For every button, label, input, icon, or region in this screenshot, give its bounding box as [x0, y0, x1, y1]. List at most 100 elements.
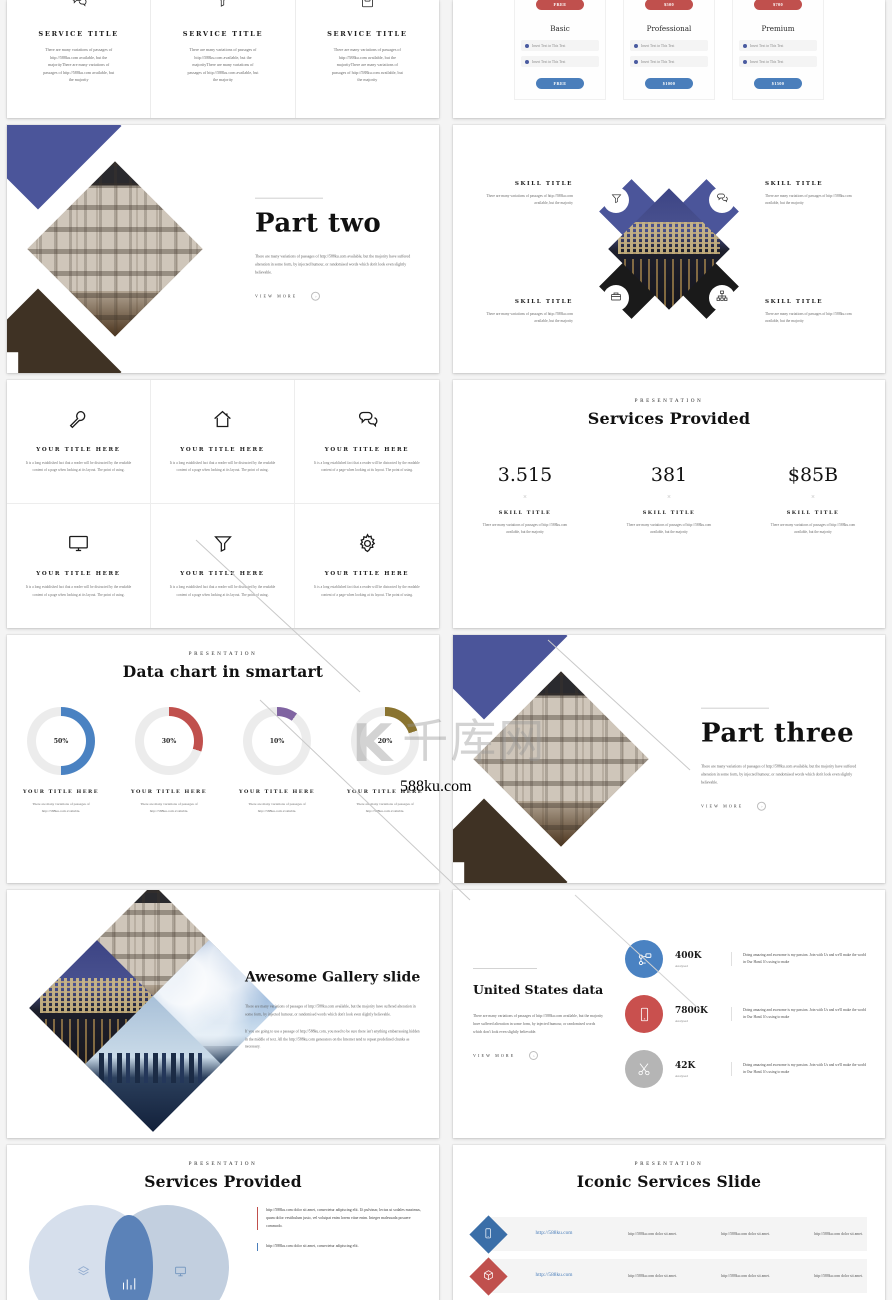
- body-text: There are many variations of passages of…: [701, 764, 857, 786]
- funnel-icon: [213, 533, 233, 559]
- presentation-icon: [174, 1265, 187, 1283]
- check-icon: [743, 43, 747, 48]
- feature-cell: YOUR TITLE HERE It is a long established…: [7, 380, 151, 504]
- slide-pricing-table[interactable]: FREE Basic Insert Text in This Text Inse…: [453, 0, 885, 118]
- data-label: Analysed: [675, 963, 688, 968]
- buy-button[interactable]: $1000: [645, 78, 693, 89]
- quote-block: http://588ku.com dolor sit amet, consect…: [257, 1207, 421, 1231]
- slide-services-stats[interactable]: PRESENTATION Services Provided 3.515 × S…: [453, 380, 885, 628]
- donut-ring: 30%: [135, 707, 203, 775]
- service-title: SERVICE TITLE: [327, 30, 408, 38]
- slide-part-three[interactable]: Part three There are many variations of …: [453, 635, 885, 883]
- table-row[interactable]: http://588ku.com http://588ku.com dolor …: [453, 1256, 885, 1296]
- feature-item: Insert Text in This Text: [630, 56, 708, 67]
- page-title: Part three: [701, 718, 855, 749]
- eyebrow-label: PRESENTATION: [188, 651, 258, 657]
- body-text: There are many variations of passages of…: [473, 1014, 604, 1034]
- donut-title: YOUR TITLE HERE: [238, 789, 316, 795]
- feature-cell: YOUR TITLE HERE It is a long established…: [295, 504, 439, 628]
- view-more-label: VIEW MORE: [473, 1052, 516, 1058]
- service-column: SERVICE TITLE There are many variations …: [150, 0, 294, 118]
- stat-body: There are many variations of passages of…: [770, 523, 856, 534]
- row-cell: http://588ku.com dolor sit amet.: [814, 1231, 863, 1236]
- quote-block: http://588ku.com dolor sit amet, consect…: [257, 1243, 421, 1252]
- skill-block-top-right: SKILL TITLE There are many variations of…: [765, 181, 863, 207]
- price-badge-top: FREE: [536, 0, 584, 10]
- table-row[interactable]: http://588ku.com http://588ku.com dolor …: [453, 1214, 885, 1254]
- check-icon: [634, 59, 638, 64]
- data-label: Analysed: [675, 1018, 688, 1023]
- slide-services-venn[interactable]: PRESENTATION Services Provided http://58…: [7, 1145, 439, 1300]
- skill-body: There are many variations of passages of…: [486, 311, 573, 323]
- buy-button[interactable]: FREE: [536, 78, 584, 89]
- service-column: SERVICE TITLE There are many variations …: [7, 0, 150, 118]
- page-title: United States data: [473, 982, 604, 998]
- slide-united-states-data[interactable]: United States data There are many variat…: [453, 890, 885, 1138]
- service-body: There are many variations of passages of…: [187, 47, 259, 83]
- feature-item: Insert Text in This Text: [630, 40, 708, 51]
- slide-gallery[interactable]: Awesome Gallery slide There are many var…: [7, 890, 439, 1138]
- stat-body: There are many variations of passages of…: [482, 523, 568, 534]
- title-rule: [255, 197, 323, 199]
- diamond-gallery: [29, 890, 277, 1132]
- feature-label: Insert Text in This Text: [641, 43, 675, 48]
- donut-item: 10% YOUR TITLE HERE There are many varia…: [223, 707, 331, 815]
- view-more-label: VIEW MORE: [701, 803, 744, 809]
- body-text: There are many variations of passages of…: [255, 254, 411, 276]
- slide-skill-x[interactable]: SKILL TITLE There are many variations of…: [453, 125, 885, 373]
- row-cell: http://588ku.com dolor sit amet.: [721, 1231, 770, 1236]
- feature-title: YOUR TITLE HERE: [180, 446, 265, 453]
- donut-ring: 50%: [27, 707, 95, 775]
- chevron-right-icon: ›: [757, 801, 767, 811]
- skill-bubble: [603, 285, 629, 311]
- row-link[interactable]: http://588ku.com: [502, 1229, 606, 1238]
- donut-caption: There are many variations of passages of…: [140, 802, 198, 813]
- slide-feature-grid[interactable]: YOUR TITLE HERE It is a long established…: [7, 380, 439, 628]
- slide-thumbnail-sheet: SERVICE TITLE There are many variations …: [0, 0, 892, 1300]
- stat-body: There are many variations of passages of…: [626, 523, 712, 534]
- row-link[interactable]: http://588ku.com: [502, 1271, 606, 1280]
- data-label: Analysed: [675, 1073, 688, 1078]
- body-paragraph-1: There are many variations of passages of…: [245, 1004, 416, 1017]
- pricing-card[interactable]: $700 Premium Insert Text in This Text In…: [732, 0, 824, 100]
- row-cell: http://588ku.com dolor sit amet.: [628, 1231, 677, 1236]
- donut-ring: 20%: [351, 707, 419, 775]
- donut-item: 30% YOUR TITLE HERE There are many varia…: [115, 707, 223, 815]
- separator-x-icon: ×: [667, 493, 671, 501]
- slide-iconic-services[interactable]: PRESENTATION Iconic Services Slide http:…: [453, 1145, 885, 1300]
- pricing-card[interactable]: $500 Professional Insert Text in This Te…: [623, 0, 715, 100]
- skill-title: SKILL TITLE: [765, 181, 824, 187]
- slide-part-two[interactable]: Part two There are many variations of pa…: [7, 125, 439, 373]
- stat-title: SKILL TITLE: [642, 510, 696, 516]
- buy-button[interactable]: $1500: [754, 78, 802, 89]
- page-title: Data chart in smartart: [122, 662, 324, 681]
- feature-title: YOUR TITLE HERE: [180, 571, 265, 578]
- pricing-card[interactable]: FREE Basic Insert Text in This Text Inse…: [514, 0, 606, 100]
- skill-title: SKILL TITLE: [514, 181, 573, 187]
- speech-bubble-icon: [357, 409, 378, 435]
- slide-data-chart[interactable]: PRESENTATION Data chart in smartart 50% …: [7, 635, 439, 883]
- separator-x-icon: ×: [523, 493, 527, 501]
- data-row: 7800K Analysed Doing amazing and awesome …: [625, 995, 867, 1033]
- card-icon: [296, 0, 439, 28]
- slide-service-titles[interactable]: SERVICE TITLE There are many variations …: [7, 0, 439, 118]
- toolbox-icon: [610, 289, 622, 307]
- page-title: Iconic Services Slide: [576, 1172, 762, 1191]
- page-title: Awesome Gallery slide: [245, 969, 421, 986]
- donut-caption: There are many variations of passages of…: [248, 802, 306, 813]
- stat-title: SKILL TITLE: [786, 510, 840, 516]
- stat-block: 381 × SKILL TITLE There are many variati…: [597, 464, 741, 536]
- check-icon: [743, 59, 747, 64]
- view-more-button[interactable]: VIEW MORE ›: [473, 1050, 605, 1060]
- view-more-button[interactable]: VIEW MORE ›: [255, 291, 415, 301]
- bar-chart-icon: [121, 1277, 136, 1297]
- view-more-button[interactable]: VIEW MORE ›: [701, 801, 861, 811]
- feature-label: Insert Text in This Text: [532, 43, 566, 48]
- page-title: Services Provided: [587, 409, 751, 428]
- eyebrow-label: PRESENTATION: [188, 1161, 258, 1167]
- diamond-artwork: [453, 635, 685, 883]
- feature-label: Insert Text in This Text: [641, 59, 675, 64]
- feature-cell: YOUR TITLE HERE It is a long established…: [151, 504, 295, 628]
- x-shape-artwork: [593, 173, 745, 325]
- stat-value: 3.515: [497, 464, 553, 486]
